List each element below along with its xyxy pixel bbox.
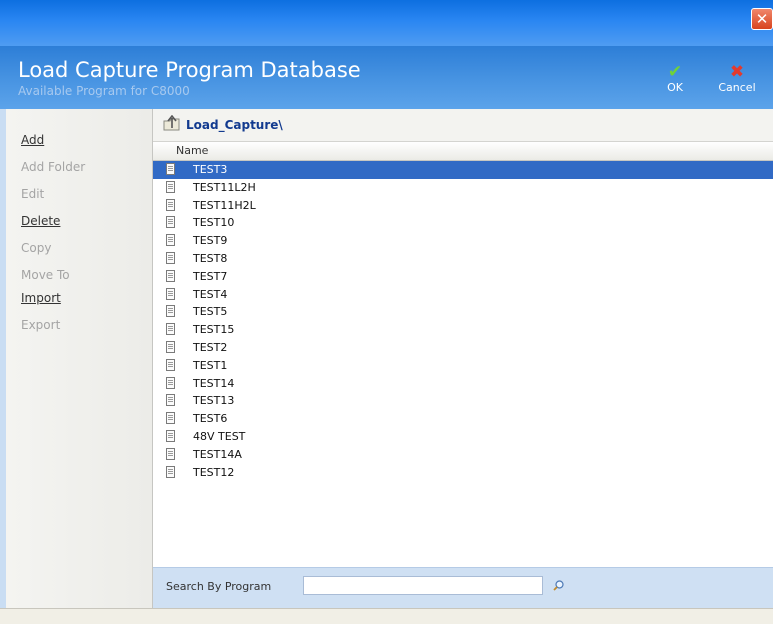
close-icon: ✕ (755, 10, 769, 28)
file-name: TEST15 (193, 323, 235, 337)
document-icon (166, 163, 175, 175)
file-row[interactable]: TEST9 (153, 232, 773, 250)
file-row[interactable]: TEST2 (153, 339, 773, 357)
name-column-label: Name (176, 144, 209, 157)
file-row[interactable]: TEST1 (153, 357, 773, 375)
dialog-subtitle: Available Program for C8000 (18, 84, 190, 98)
document-icon (166, 216, 175, 229)
file-row[interactable]: TEST8 (153, 250, 773, 268)
delete-link[interactable]: Delete (21, 214, 60, 228)
document-icon (166, 305, 175, 318)
search-input[interactable] (303, 576, 543, 595)
file-row[interactable]: TEST3 (153, 161, 773, 179)
file-row[interactable]: TEST13 (153, 392, 773, 410)
folder-up-icon[interactable] (163, 115, 181, 132)
dialog-header: Load Capture Program Database Available … (0, 46, 773, 109)
file-name: 48V TEST (193, 430, 246, 443)
file-row[interactable]: TEST12 (153, 464, 773, 482)
file-name: TEST11L2H (193, 180, 256, 194)
file-row[interactable]: TEST7 (153, 268, 773, 286)
copy-link: Copy (21, 241, 52, 255)
file-name: TEST7 (193, 269, 228, 283)
document-icon (166, 234, 175, 247)
path-bar: Load_Capture\ (153, 109, 773, 142)
document-icon (166, 412, 175, 425)
export-link: Export (21, 318, 61, 332)
document-icon (166, 323, 175, 336)
file-row[interactable]: TEST5 (153, 303, 773, 321)
file-name: TEST6 (193, 412, 228, 426)
ok-button[interactable]: ✔ OK (663, 63, 687, 94)
file-name: TEST1 (193, 358, 228, 372)
document-icon (166, 358, 175, 371)
file-row[interactable]: TEST11L2H (153, 179, 773, 197)
file-name: TEST9 (193, 234, 228, 248)
action-sidebar: Add Add Folder Edit Delete Copy Move To … (6, 109, 153, 608)
file-name: TEST14A (193, 447, 242, 461)
file-name: TEST5 (193, 305, 228, 319)
document-icon (166, 341, 175, 353)
add-folder-link: Add Folder (21, 160, 86, 174)
cancel-label: Cancel (718, 81, 756, 94)
dialog-title: Load Capture Program Database (18, 58, 361, 82)
file-row[interactable]: TEST11H2L (153, 197, 773, 215)
file-row[interactable]: TEST4 (153, 286, 773, 304)
document-icon (166, 180, 175, 193)
current-path: Load_Capture\ (186, 118, 283, 132)
document-icon (166, 287, 175, 300)
search-bar: Search By Program (153, 567, 773, 609)
checkmark-icon: ✔ (667, 62, 683, 82)
document-icon (166, 269, 175, 282)
ok-label: OK (667, 81, 683, 94)
add-link[interactable]: Add (21, 133, 44, 147)
document-icon (166, 430, 175, 442)
edit-link: Edit (21, 187, 45, 201)
file-name: TEST14 (193, 376, 235, 390)
move-to-link: Move To (21, 268, 70, 282)
file-name: TEST10 (193, 216, 235, 230)
cross-icon: ✖ (729, 62, 745, 82)
document-icon (166, 198, 175, 211)
file-row[interactable]: TEST15 (153, 321, 773, 339)
search-icon[interactable] (553, 580, 564, 591)
file-name: TEST11H2L (193, 198, 256, 212)
import-link[interactable]: Import (21, 291, 61, 305)
status-bar (0, 608, 773, 624)
file-row[interactable]: TEST14A (153, 446, 773, 464)
file-browser: Load_Capture\ Name TEST3 TEST11L2H TEST11H… (153, 109, 773, 609)
file-row[interactable]: TEST6 (153, 410, 773, 428)
cancel-button[interactable]: ✖ Cancel (713, 63, 761, 94)
document-icon (166, 376, 175, 389)
file-name: TEST2 (193, 341, 228, 354)
file-name: TEST8 (193, 252, 228, 265)
dialog-content: Add Add Folder Edit Delete Copy Move To … (6, 109, 773, 609)
document-icon (166, 465, 175, 478)
file-name: TEST13 (193, 394, 235, 408)
file-name: TEST3 (193, 163, 228, 176)
document-icon (166, 447, 175, 460)
file-name: TEST12 (193, 465, 235, 479)
file-row[interactable]: 48V TEST (153, 428, 773, 446)
file-list: TEST3 TEST11L2H TEST11H2L TEST10 TEST9 TEST8 T… (153, 161, 773, 521)
file-name: TEST4 (193, 287, 228, 301)
file-row[interactable]: TEST14 (153, 375, 773, 393)
search-label: Search By Program (166, 580, 272, 593)
window-close-button[interactable]: ✕ (751, 8, 773, 30)
document-icon (166, 252, 175, 264)
window-titlebar: ✕ (0, 0, 773, 46)
document-icon (166, 394, 175, 407)
file-row[interactable]: TEST10 (153, 214, 773, 232)
name-column-header[interactable]: Name (153, 142, 773, 161)
